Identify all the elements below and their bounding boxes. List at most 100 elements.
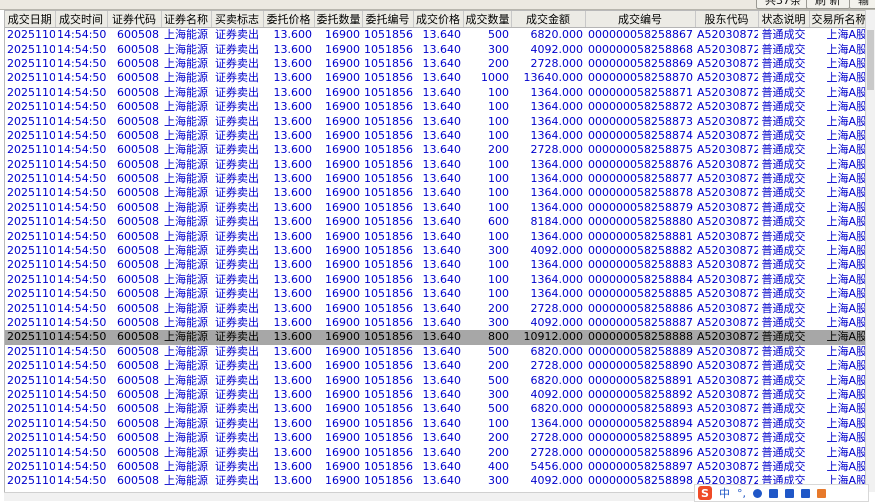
cell-order-price: 13.600 <box>273 244 313 258</box>
cell-fill-no: 000000058258873 <box>588 114 693 128</box>
table-row[interactable]: 2025110514:54:50600508上海能源证券卖出13.6001690… <box>5 57 865 71</box>
table-row[interactable]: 2025110514:54:50600508上海能源证券卖出13.6001690… <box>5 258 865 272</box>
chinese-mode-label[interactable]: 中 <box>719 485 730 501</box>
cell-fill-price: 13.640 <box>422 474 462 488</box>
table-row[interactable]: 2025110514:54:50600508上海能源证券卖出13.6001690… <box>5 330 865 345</box>
refresh-button[interactable]: 刷 新 <box>806 0 850 9</box>
scrollbar-thumb[interactable] <box>867 30 874 90</box>
col-header-fill-qty[interactable]: 成交数量 <box>463 11 512 28</box>
table-row[interactable]: 2025110514:54:50600508上海能源证券卖出13.6001690… <box>5 229 865 243</box>
cell-fill-qty: 800 <box>463 330 511 345</box>
table-row[interactable]: 2025110514:54:50600508上海能源证券卖出13.6001690… <box>5 272 865 287</box>
col-header-side[interactable]: 买卖标志 <box>211 11 264 28</box>
record-count-button[interactable]: 共37条 <box>756 0 810 9</box>
cell-order-qty: 16900 <box>325 416 360 430</box>
table-row[interactable]: 2025110514:54:50600508上海能源证券卖出13.6001690… <box>5 128 865 143</box>
cell-fill-qty: 200 <box>488 445 509 459</box>
col-header-order-no[interactable]: 委托编号 <box>362 11 414 28</box>
keyboard-icon[interactable] <box>769 488 778 498</box>
cell-side: 证券卖出 <box>215 114 259 128</box>
cell-side: 证券卖出 <box>215 272 259 286</box>
table-row[interactable]: 2025110514:54:50600508上海能源证券卖出13.6001690… <box>5 200 865 215</box>
cell-fill-qty: 100 <box>488 114 509 128</box>
cell-trade-time: 14:54:50 <box>55 330 107 345</box>
cell-fill-no: 000000058258894 <box>588 416 693 430</box>
table-row[interactable]: 2025110514:54:50600508上海能源证券卖出13.6001690… <box>5 85 865 100</box>
cell-exchange: 上海A股 <box>826 157 866 171</box>
cell-security-code: 600508 <box>117 359 159 373</box>
cell-trade-date: 20251105 <box>7 71 55 85</box>
col-header-order-price[interactable]: 委托价格 <box>263 11 315 28</box>
cell-fill-amount: 13640.000 <box>523 71 584 85</box>
table-row[interactable]: 2025110514:54:50600508上海能源证券卖出13.6001690… <box>5 244 865 258</box>
cell-holder-code: A520308724 <box>697 128 758 142</box>
cell-side: 证券卖出 <box>215 200 259 214</box>
col-header-fill-price[interactable]: 成交价格 <box>413 11 464 28</box>
table-row[interactable]: 2025110514:54:50600508上海能源证券卖出13.6001690… <box>5 287 865 301</box>
cell-status: 普通成交 <box>761 200 806 214</box>
output-button[interactable]: 输 <box>849 0 875 9</box>
col-header-trade-date[interactable]: 成交日期 <box>5 11 56 28</box>
table-row[interactable]: 2025110514:54:50600508上海能源证券卖出13.6001690… <box>5 215 865 229</box>
cell-fill-amount: 1364.000 <box>530 416 584 430</box>
table-row[interactable]: 2025110514:54:50600508上海能源证券卖出13.6001690… <box>5 186 865 200</box>
cell-order-price: 13.600 <box>273 402 313 416</box>
cell-status: 普通成交 <box>761 459 806 473</box>
col-header-holder-code[interactable]: 股东代码 <box>695 11 759 28</box>
table-row[interactable]: 2025110514:54:50600508上海能源证券卖出13.6001690… <box>5 459 865 474</box>
microphone-icon[interactable] <box>753 488 762 498</box>
col-header-exchange[interactable]: 交易所名称 <box>809 11 865 28</box>
cell-fill-no: 000000058258883 <box>588 258 693 272</box>
cell-fill-no: 000000058258889 <box>588 344 693 358</box>
vertical-scrollbar[interactable] <box>865 10 875 492</box>
col-header-order-qty[interactable]: 委托数量 <box>314 11 363 28</box>
cell-holder-code: A520308724 <box>697 402 758 416</box>
table-row[interactable]: 2025110514:54:50600508上海能源证券卖出13.6001690… <box>5 114 865 128</box>
table-row[interactable]: 2025110514:54:50600508上海能源证券卖出13.6001690… <box>5 387 865 402</box>
col-header-fill-no[interactable]: 成交编号 <box>585 11 696 28</box>
table-row[interactable]: 2025110514:54:50600508上海能源证券卖出13.6001690… <box>5 172 865 186</box>
table-row[interactable]: 2025110514:54:50600508上海能源证券卖出13.6001690… <box>5 359 865 373</box>
table-row[interactable]: 2025110514:54:50600508上海能源证券卖出13.6001690… <box>5 445 865 459</box>
cell-security-name: 上海能源 <box>164 42 208 56</box>
punctuation-label[interactable]: °, <box>737 487 746 500</box>
col-header-status[interactable]: 状态说明 <box>758 11 810 28</box>
table-row[interactable]: 2025110514:54:50600508上海能源证券卖出13.6001690… <box>5 344 865 359</box>
cell-fill-amount: 4092.000 <box>530 387 584 401</box>
table-row[interactable]: 2025110514:54:50600508上海能源证券卖出13.6001690… <box>5 431 865 445</box>
cell-trade-date: 20251105 <box>7 172 55 186</box>
table-row[interactable]: 2025110514:54:50600508上海能源证券卖出13.6001690… <box>5 373 865 387</box>
table-row[interactable]: 2025110514:54:50600508上海能源证券卖出13.6001690… <box>5 316 865 330</box>
sogou-logo-icon[interactable]: S <box>698 486 712 500</box>
col-header-security-name[interactable]: 证券名称 <box>161 11 212 28</box>
shirt-icon[interactable] <box>785 488 794 498</box>
grid-icon[interactable] <box>801 488 810 498</box>
table-row[interactable]: 2025110514:54:50600508上海能源证券卖出13.6001690… <box>5 416 865 431</box>
table-row[interactable]: 2025110514:54:50600508上海能源证券卖出13.6001690… <box>5 100 865 114</box>
cell-fill-no: 000000058258876 <box>588 157 693 171</box>
cell-fill-amount: 1364.000 <box>530 287 584 301</box>
col-header-trade-time[interactable]: 成交时间 <box>55 11 108 28</box>
cell-trade-date: 20251105 <box>7 287 55 301</box>
table-row[interactable]: 2025110514:54:50600508上海能源证券卖出13.6001690… <box>5 42 865 56</box>
table-row[interactable]: 2025110514:54:50600508上海能源证券卖出13.6001690… <box>5 28 865 43</box>
cell-holder-code: A520308724 <box>697 143 758 157</box>
cell-fill-amount: 1364.000 <box>530 200 584 214</box>
cell-order-no: 1051856 <box>364 200 413 214</box>
tools-icon[interactable] <box>817 488 826 498</box>
cell-fill-no: 000000058258893 <box>588 402 693 416</box>
table-row[interactable]: 2025110514:54:50600508上海能源证券卖出13.6001690… <box>5 157 866 172</box>
table-row[interactable]: 2025110514:54:50600508上海能源证券卖出13.6001690… <box>5 301 865 315</box>
cell-fill-price: 13.640 <box>422 85 462 99</box>
cell-fill-price: 13.640 <box>422 28 462 42</box>
table-row[interactable]: 2025110514:54:50600508上海能源证券卖出13.6001690… <box>5 143 865 157</box>
col-header-fill-amount[interactable]: 成交金额 <box>511 11 586 28</box>
cell-order-price: 13.600 <box>273 258 313 272</box>
cell-order-no: 1051856 <box>364 359 413 373</box>
cell-order-no: 1051856 <box>364 186 413 200</box>
col-header-security-code[interactable]: 证券代码 <box>107 11 162 28</box>
cell-fill-qty: 100 <box>488 186 509 200</box>
cell-trade-date: 20251105 <box>7 128 55 142</box>
table-row[interactable]: 2025110514:54:50600508上海能源证券卖出13.6001690… <box>5 402 865 416</box>
table-row[interactable]: 2025110514:54:50600508上海能源证券卖出13.6001690… <box>5 71 865 85</box>
